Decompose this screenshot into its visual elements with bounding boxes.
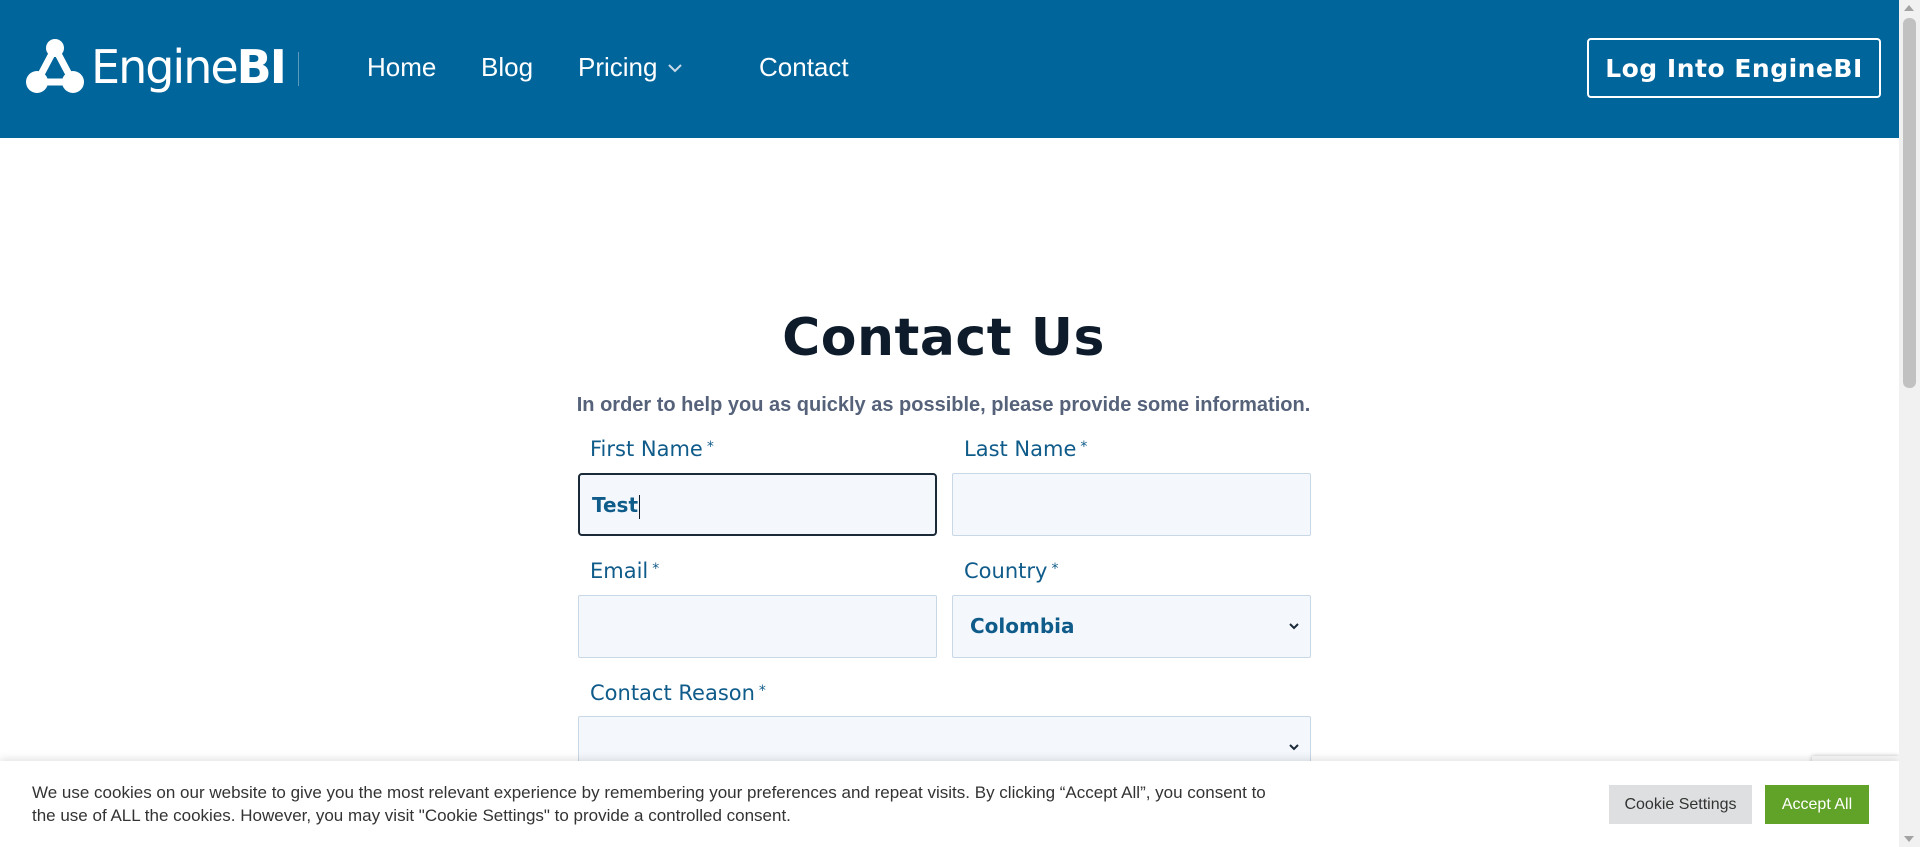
cookie-message: We use cookies on our website to give yo…	[32, 783, 1266, 825]
contact-reason-label: Contact Reason *	[590, 681, 766, 705]
chevron-down-icon	[1289, 623, 1299, 630]
header-divider	[298, 52, 299, 86]
last-name-label: Last Name *	[964, 437, 1088, 461]
nav-contact[interactable]: Contact	[759, 52, 849, 83]
chevron-down-icon	[1289, 744, 1299, 751]
page-scrollbar[interactable]	[1899, 0, 1920, 847]
chevron-down-icon[interactable]	[667, 56, 683, 80]
country-value: Colombia	[970, 614, 1075, 638]
scrollbar-thumb[interactable]	[1903, 18, 1916, 388]
first-name-value: Test	[592, 493, 641, 519]
country-label: Country *	[964, 559, 1059, 583]
scroll-up-arrow-icon[interactable]	[1904, 5, 1914, 11]
page-title: Contact Us	[782, 308, 1105, 368]
enginebi-logo[interactable]: EngineBI	[25, 38, 287, 96]
last-name-field[interactable]	[952, 473, 1311, 536]
country-select[interactable]: Colombia	[952, 595, 1311, 658]
email-label: Email *	[590, 559, 660, 583]
cookie-banner: We use cookies on our website to give yo…	[0, 761, 1899, 847]
network-logo-icon	[26, 39, 84, 93]
scroll-down-arrow-icon[interactable]	[1904, 836, 1914, 842]
text-caret	[639, 494, 641, 519]
nav-home[interactable]: Home	[367, 52, 436, 83]
logo-wordmark: EngineBI	[91, 40, 287, 94]
accept-all-button[interactable]: Accept All	[1765, 785, 1869, 824]
email-field[interactable]	[578, 595, 937, 658]
site-header: EngineBI Home Blog Pricing Contact Log I…	[0, 0, 1899, 138]
page-subtitle: In order to help you as quickly as possi…	[576, 394, 1311, 416]
nav-pricing[interactable]: Pricing	[578, 52, 657, 83]
nav-blog[interactable]: Blog	[481, 52, 533, 83]
cookie-settings-button[interactable]: Cookie Settings	[1609, 785, 1752, 824]
first-name-label: First Name *	[590, 437, 714, 461]
first-name-field[interactable]: Test	[578, 473, 937, 536]
login-button[interactable]: Log Into EngineBI	[1587, 38, 1881, 98]
